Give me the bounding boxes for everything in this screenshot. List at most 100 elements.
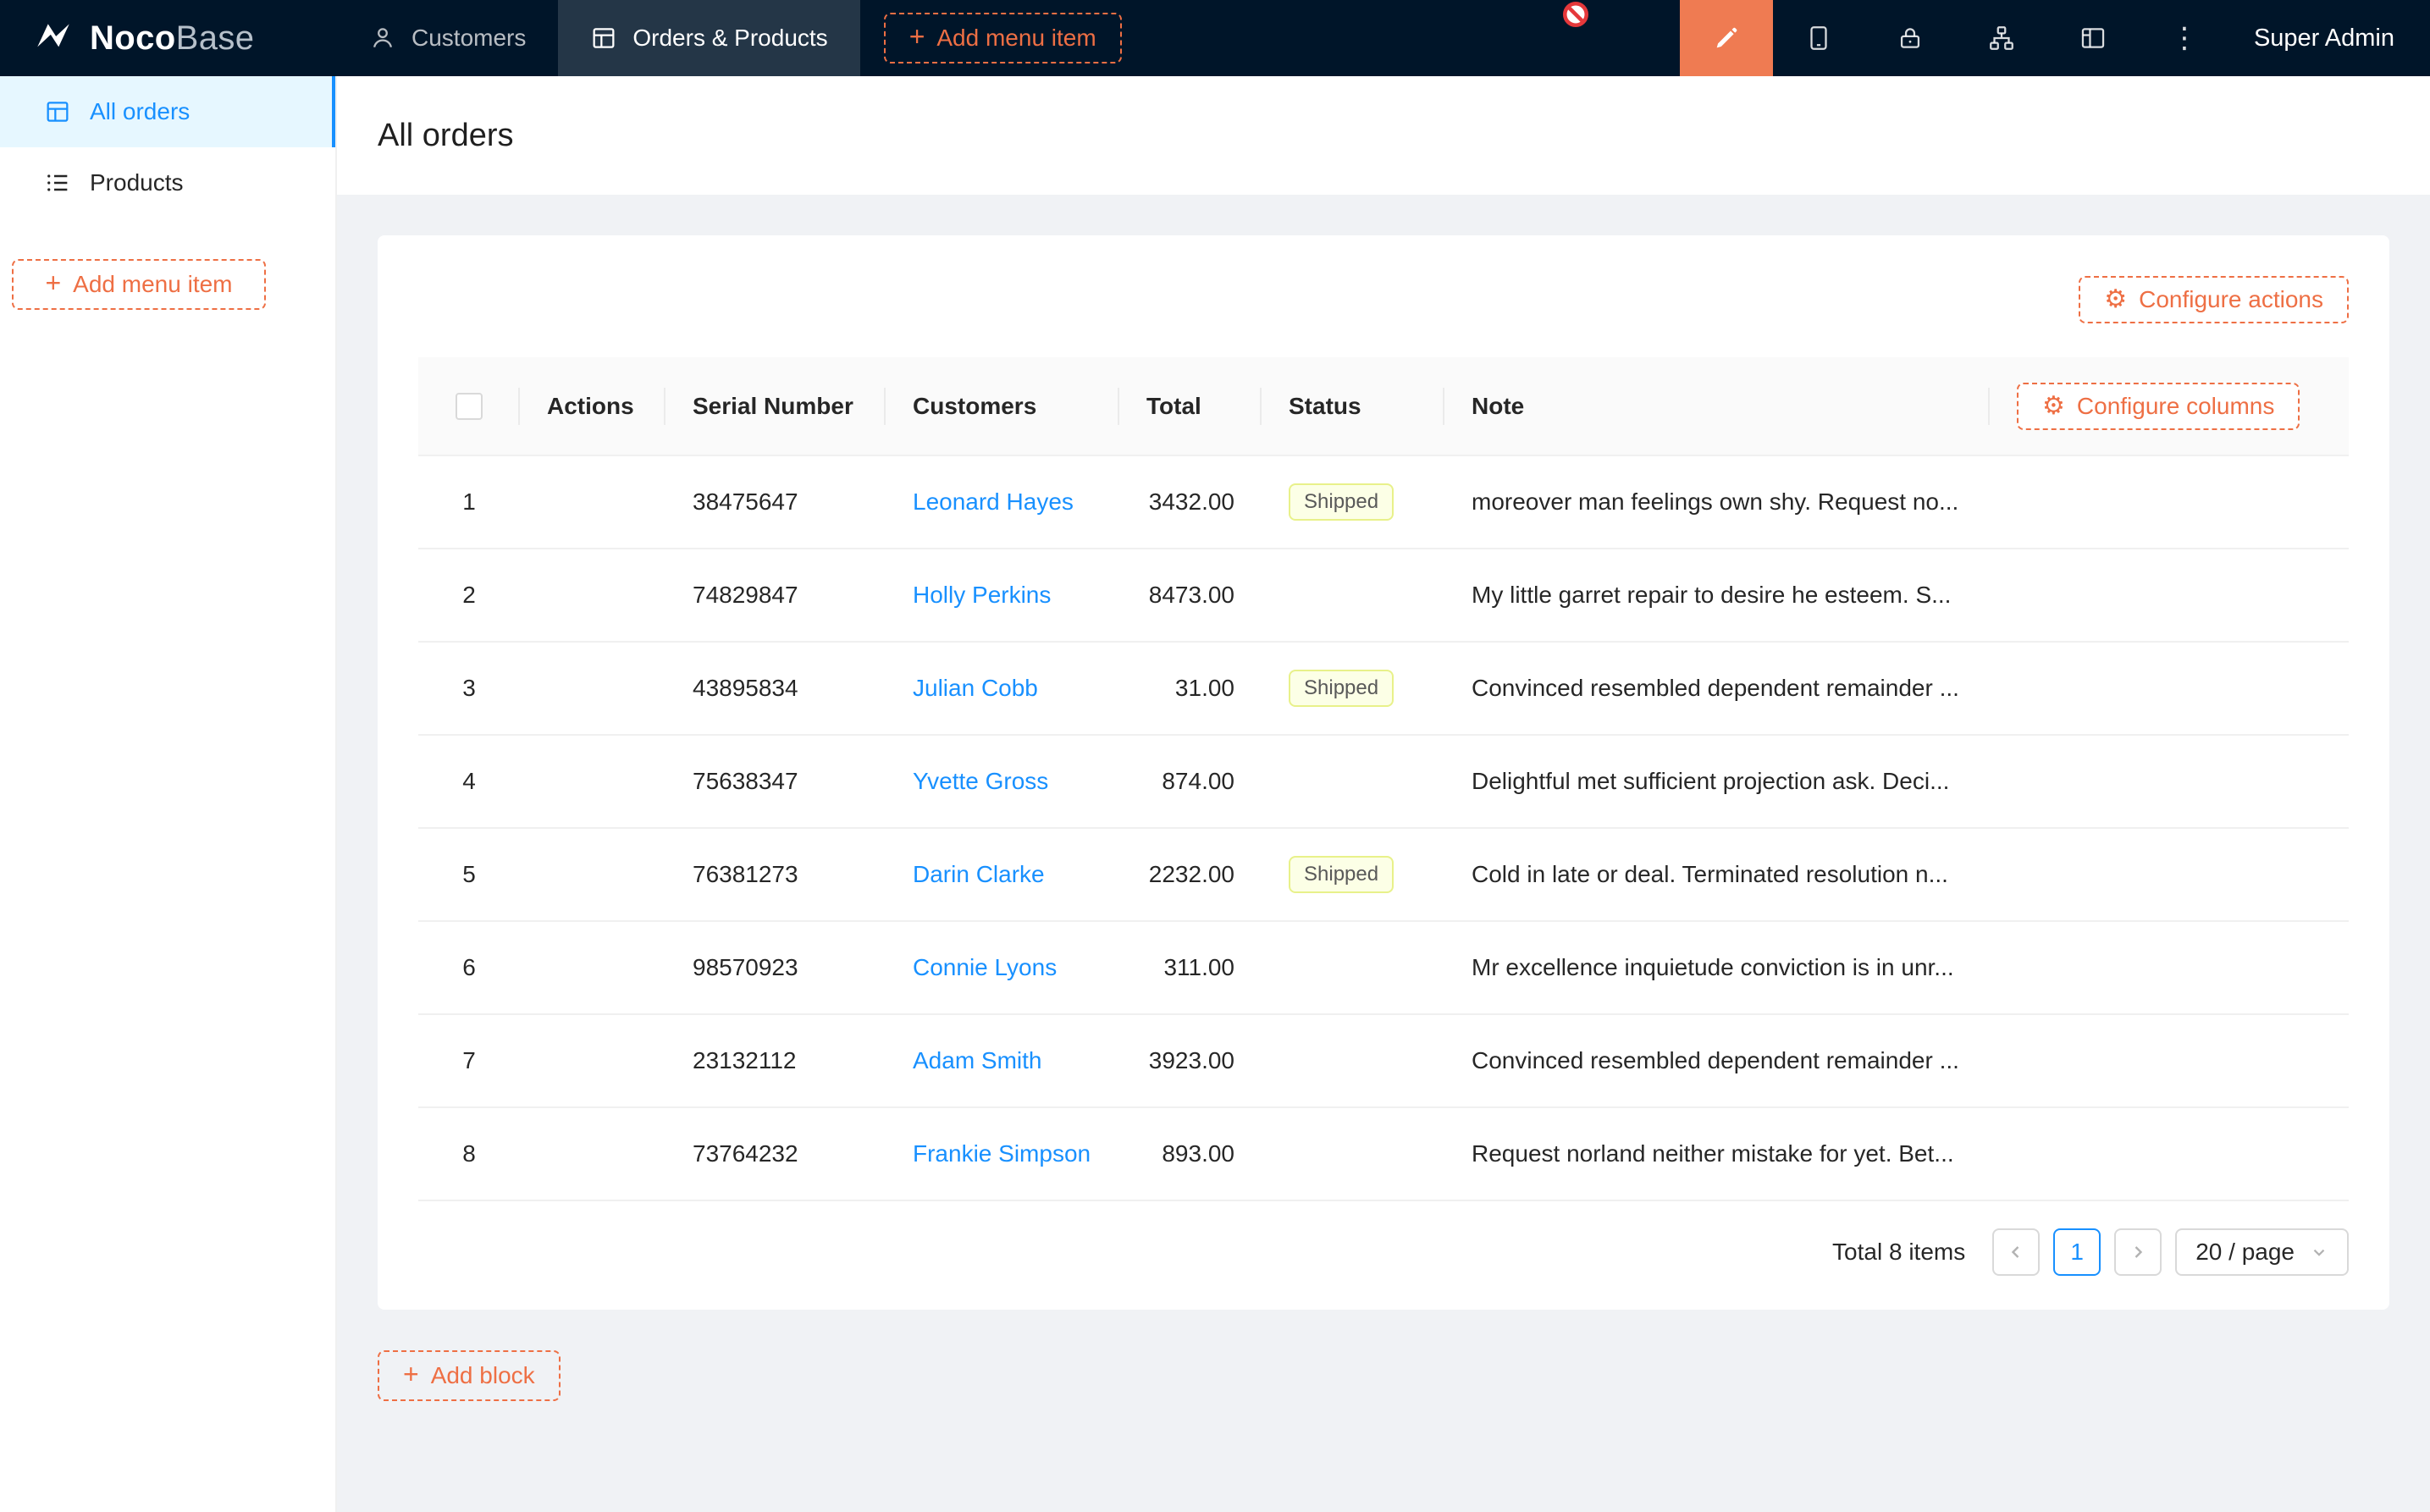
row-actions xyxy=(520,735,665,828)
row-index: 3 xyxy=(418,642,520,735)
sidebar-item-all-orders[interactable]: All orders xyxy=(0,76,335,147)
nocobase-logo-icon xyxy=(32,17,75,59)
chevron-down-icon xyxy=(2310,1243,2328,1261)
more-button[interactable]: ⋮ xyxy=(2139,0,2230,76)
customer-link[interactable]: Julian Cobb xyxy=(913,675,1038,701)
row-config-spacer xyxy=(1990,642,2349,735)
table-row[interactable]: 3 43895834 Julian Cobb 31.00 Shipped Con… xyxy=(418,642,2349,735)
nav-customers[interactable]: Customers xyxy=(337,0,558,76)
row-actions xyxy=(520,828,665,921)
top-navbar: NocoBase Customers Orders & Products + A… xyxy=(0,0,2430,76)
row-serial: 43895834 xyxy=(665,642,886,735)
sitemap-icon xyxy=(1987,24,2016,52)
row-total: 8473.00 xyxy=(1119,549,1262,642)
table-row[interactable]: 7 23132112 Adam Smith 3923.00 Convinced … xyxy=(418,1014,2349,1107)
row-index: 5 xyxy=(418,828,520,921)
status-tag: Shipped xyxy=(1289,483,1394,521)
row-index: 4 xyxy=(418,735,520,828)
row-note: Request norland neither mistake for yet.… xyxy=(1444,1107,1990,1200)
customer-link[interactable]: Holly Perkins xyxy=(913,582,1051,608)
row-note: Convinced resembled dependent remainder … xyxy=(1444,1014,1990,1107)
row-serial: 38475647 xyxy=(665,455,886,549)
sidebar: All orders Products + Add menu item xyxy=(0,76,337,1512)
add-block-button[interactable]: + Add block xyxy=(378,1350,561,1401)
nav-orders-products[interactable]: Orders & Products xyxy=(558,0,859,76)
row-index: 1 xyxy=(418,455,520,549)
sidebar-item-label: Products xyxy=(90,169,184,196)
pagination: Total 8 items 1 20 / page xyxy=(418,1228,2349,1276)
customer-link[interactable]: Darin Clarke xyxy=(913,861,1045,887)
customer-link[interactable]: Leonard Hayes xyxy=(913,488,1074,515)
configure-columns-button[interactable]: ⚙ Configure columns xyxy=(2017,383,2300,430)
plus-icon: + xyxy=(45,269,61,296)
plus-icon: + xyxy=(909,23,925,50)
page-size-select[interactable]: 20 / page xyxy=(2175,1228,2349,1276)
next-page-button[interactable] xyxy=(2114,1228,2162,1276)
row-serial: 76381273 xyxy=(665,828,886,921)
row-note: My little garret repair to desire he est… xyxy=(1444,549,1990,642)
main-area: All orders ⚙ Configure actions xyxy=(337,0,2430,1512)
table-row[interactable]: 8 73764232 Frankie Simpson 893.00 Reques… xyxy=(418,1107,2349,1200)
row-config-spacer xyxy=(1990,735,2349,828)
mobile-button[interactable] xyxy=(1773,0,1864,76)
row-total: 31.00 xyxy=(1119,642,1262,735)
add-menu-item-button[interactable]: + Add menu item xyxy=(884,13,1122,63)
table-row[interactable]: 6 98570923 Connie Lyons 311.00 Mr excell… xyxy=(418,921,2349,1014)
row-index: 8 xyxy=(418,1107,520,1200)
pen-icon xyxy=(1712,24,1741,52)
row-total: 2232.00 xyxy=(1119,828,1262,921)
row-note: moreover man feelings own shy. Request n… xyxy=(1444,455,1990,549)
top-nav: Customers Orders & Products + Add menu i… xyxy=(337,0,1122,76)
user-icon xyxy=(369,25,396,52)
logo[interactable]: NocoBase xyxy=(0,0,337,76)
row-total: 893.00 xyxy=(1119,1107,1262,1200)
table-icon xyxy=(590,25,617,52)
row-serial: 23132112 xyxy=(665,1014,886,1107)
row-config-spacer xyxy=(1990,455,2349,549)
lock-button[interactable] xyxy=(1864,0,1956,76)
topbar-actions: ⋮ Super Admin xyxy=(1680,0,2430,76)
orders-table: Actions Serial Number Customers Total St… xyxy=(418,357,2349,1201)
row-index: 2 xyxy=(418,549,520,642)
blocked-cursor-icon xyxy=(1561,0,1590,29)
status-tag: Shipped xyxy=(1289,670,1394,707)
nocobase-app: NocoBase Customers Orders & Products + A… xyxy=(0,0,2430,1512)
lock-icon xyxy=(1896,24,1925,52)
tablet-icon xyxy=(1804,24,1833,52)
customer-link[interactable]: Frankie Simpson xyxy=(913,1140,1091,1167)
sidebar-add-menu-item-button[interactable]: + Add menu item xyxy=(12,259,266,310)
prev-page-button[interactable] xyxy=(1992,1228,2040,1276)
select-all-checkbox[interactable] xyxy=(456,393,483,420)
user-menu[interactable]: Super Admin xyxy=(2230,0,2430,76)
column-header-note: Note xyxy=(1444,357,1990,455)
table-row[interactable]: 4 75638347 Yvette Gross 874.00 Delightfu… xyxy=(418,735,2349,828)
row-total: 874.00 xyxy=(1119,735,1262,828)
gear-icon: ⚙ xyxy=(2104,287,2127,312)
sidebar-item-products[interactable]: Products xyxy=(0,147,335,218)
page-header: All orders xyxy=(337,76,2430,195)
layout-button[interactable] xyxy=(2047,0,2139,76)
pagination-total: Total 8 items xyxy=(1832,1239,1965,1266)
customer-link[interactable]: Yvette Gross xyxy=(913,768,1048,794)
row-note: Cold in late or deal. Terminated resolut… xyxy=(1444,828,1990,921)
row-note: Mr excellence inquietude conviction is i… xyxy=(1444,921,1990,1014)
ui-editor-button[interactable] xyxy=(1680,0,1773,76)
configure-actions-button[interactable]: ⚙ Configure actions xyxy=(2079,276,2349,323)
column-header-total: Total xyxy=(1119,357,1262,455)
table-row[interactable]: 1 38475647 Leonard Hayes 3432.00 Shipped… xyxy=(418,455,2349,549)
table-header-row: Actions Serial Number Customers Total St… xyxy=(418,357,2349,455)
row-config-spacer xyxy=(1990,1014,2349,1107)
row-actions xyxy=(520,455,665,549)
row-config-spacer xyxy=(1990,549,2349,642)
table-row[interactable]: 2 74829847 Holly Perkins 8473.00 My litt… xyxy=(418,549,2349,642)
customer-link[interactable]: Connie Lyons xyxy=(913,954,1057,980)
table-row[interactable]: 5 76381273 Darin Clarke 2232.00 Shipped … xyxy=(418,828,2349,921)
page-content: ⚙ Configure actions Actions Serial Numbe… xyxy=(337,195,2430,1442)
page-1-button[interactable]: 1 xyxy=(2053,1228,2101,1276)
row-config-spacer xyxy=(1990,1107,2349,1200)
row-serial: 75638347 xyxy=(665,735,886,828)
api-button[interactable] xyxy=(1956,0,2047,76)
row-config-spacer xyxy=(1990,921,2349,1014)
row-serial: 74829847 xyxy=(665,549,886,642)
customer-link[interactable]: Adam Smith xyxy=(913,1047,1042,1073)
